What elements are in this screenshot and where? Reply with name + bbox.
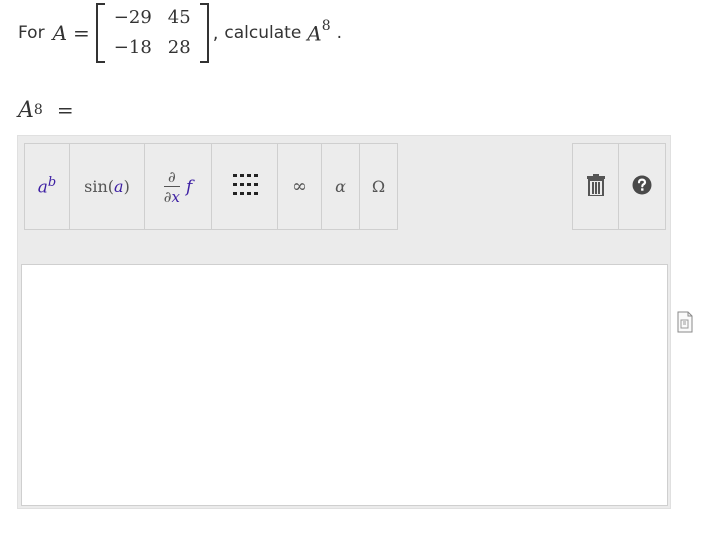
matrix-cell: −18 xyxy=(113,37,152,58)
right-toolbar xyxy=(572,143,666,230)
partial-function: f xyxy=(185,176,193,197)
matrix-variable: A xyxy=(52,21,68,45)
partial-derivative-button[interactable]: ∂ ∂x f xyxy=(144,143,212,230)
power-expression: A8 xyxy=(307,17,331,46)
matrix-button[interactable] xyxy=(211,143,278,230)
calculate-text: calculate xyxy=(224,23,302,43)
omega-button[interactable]: Ω xyxy=(359,143,398,230)
question-text: For A = −29 45 −18 28 , calculate A8 . xyxy=(18,3,343,63)
math-editor: ab sin(a) ∂ ∂x f ∞ α Ω xyxy=(17,135,671,509)
matrix-cell: 28 xyxy=(167,37,191,58)
partial-denominator: ∂x xyxy=(163,185,180,206)
power-button-label: ab xyxy=(38,175,56,198)
partial-fraction: ∂ ∂x xyxy=(163,167,180,206)
trash-icon xyxy=(586,173,605,200)
partial-numerator: ∂ xyxy=(167,167,176,186)
matrix-cell: −29 xyxy=(113,7,152,28)
power-button-base: a xyxy=(37,177,48,198)
sin-button-label: sin(a) xyxy=(84,177,130,196)
sin-fn: sin xyxy=(84,177,108,196)
infinity-label: ∞ xyxy=(292,176,307,197)
partial-derivative-label: ∂ ∂x f xyxy=(163,167,193,206)
help-button[interactable] xyxy=(618,143,666,230)
trash-button[interactable] xyxy=(572,143,619,230)
question-prefix: For xyxy=(18,23,45,43)
answer-base: A xyxy=(18,98,34,123)
answer-exponent: 8 xyxy=(33,102,43,118)
power-exponent: 8 xyxy=(321,17,331,34)
equals-sign: = xyxy=(73,21,90,45)
comma: , xyxy=(212,22,219,44)
omega-label: Ω xyxy=(371,177,386,196)
alpha-label: α xyxy=(335,177,346,196)
document-icon[interactable] xyxy=(677,311,693,333)
answer-label: A8 = xyxy=(18,98,74,123)
power-base: A xyxy=(307,21,322,46)
answer-equals: = xyxy=(56,98,74,122)
matrix: −29 45 −18 28 xyxy=(95,3,209,63)
partial-denominator-symbol: ∂ xyxy=(163,187,172,206)
sin-button[interactable]: sin(a) xyxy=(69,143,145,230)
partial-denominator-var: x xyxy=(171,187,180,206)
power-button-exp: b xyxy=(47,175,57,191)
matrix-icon xyxy=(232,173,258,201)
answer-input[interactable] xyxy=(21,264,668,506)
math-toolbar: ab sin(a) ∂ ∂x f ∞ α Ω xyxy=(24,143,398,230)
help-icon xyxy=(632,175,652,199)
infinity-button[interactable]: ∞ xyxy=(277,143,322,230)
matrix-cell: 45 xyxy=(167,7,191,28)
greek-alpha-button[interactable]: α xyxy=(321,143,360,230)
power-button[interactable]: ab xyxy=(24,143,70,230)
sin-arg: a xyxy=(114,177,124,196)
period: . xyxy=(336,23,343,43)
